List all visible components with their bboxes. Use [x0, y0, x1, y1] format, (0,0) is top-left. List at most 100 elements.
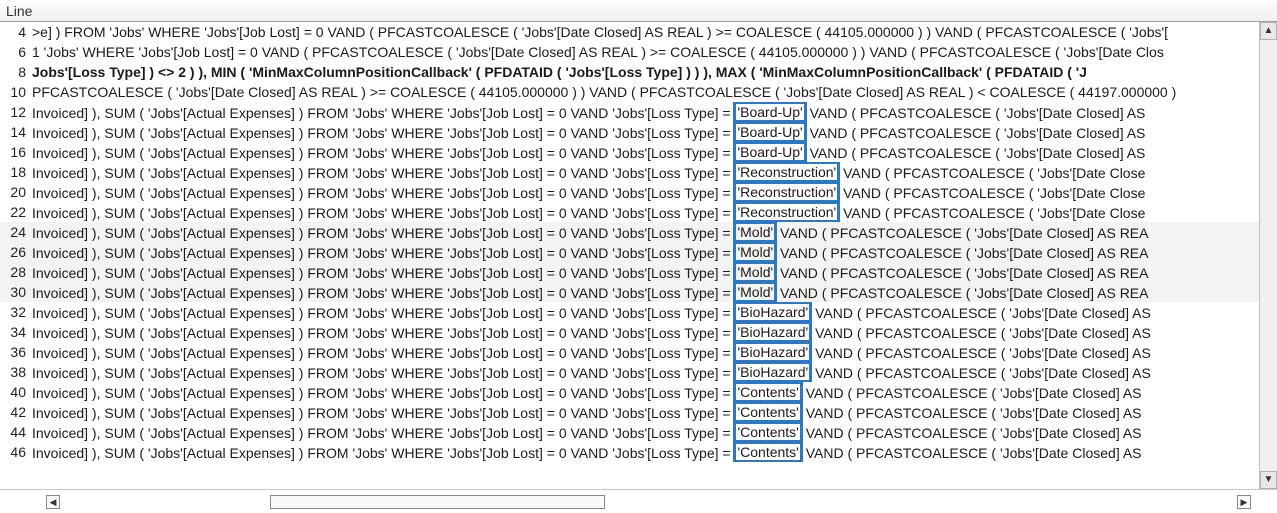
search-match: 'Board-Up'	[733, 122, 806, 142]
sql-left: Invoiced] ), SUM ( 'Jobs'[Actual Expense…	[32, 385, 734, 401]
sql-left: Invoiced] ), SUM ( 'Jobs'[Actual Expense…	[32, 245, 734, 261]
search-match: 'Contents'	[733, 442, 802, 462]
search-match: 'Mold'	[733, 222, 777, 242]
sql-right: VAND ( PFCASTCOALESCE ( 'Jobs'[Date Clos…	[839, 165, 1145, 181]
result-row[interactable]: 26Invoiced] ), SUM ( 'Jobs'[Actual Expen…	[0, 242, 1259, 262]
scroll-right-button[interactable]: ▶	[1237, 495, 1251, 509]
sql-right: VAND ( PFCASTCOALESCE ( 'Jobs'[Date Clos…	[776, 245, 1148, 261]
result-row[interactable]: 8Jobs'[Loss Type] ) <> 2 ) ), MIN ( 'Min…	[0, 62, 1259, 82]
result-row[interactable]: 20Invoiced] ), SUM ( 'Jobs'[Actual Expen…	[0, 182, 1259, 202]
sql-left: Invoiced] ), SUM ( 'Jobs'[Actual Expense…	[32, 445, 734, 461]
result-row[interactable]: 14Invoiced] ), SUM ( 'Jobs'[Actual Expen…	[0, 122, 1259, 142]
sql-text: Invoiced] ), SUM ( 'Jobs'[Actual Expense…	[32, 402, 1259, 422]
sql-text: Invoiced] ), SUM ( 'Jobs'[Actual Expense…	[32, 142, 1259, 162]
line-number: 38	[0, 362, 32, 382]
search-match: 'BioHazard'	[733, 322, 812, 342]
search-match: 'Reconstruction'	[733, 202, 840, 222]
horizontal-scrollbar[interactable]: ◀ ▶	[0, 489, 1277, 513]
scroll-left-button[interactable]: ◀	[46, 495, 60, 509]
sql-right: VAND ( PFCASTCOALESCE ( 'Jobs'[Date Clos…	[802, 445, 1142, 461]
search-match: 'Board-Up'	[733, 102, 806, 122]
sql-right: VAND ( PFCASTCOALESCE ( 'Jobs'[Date Clos…	[802, 405, 1142, 421]
line-number: 14	[0, 122, 32, 142]
line-number: 16	[0, 142, 32, 162]
sql-left: Invoiced] ), SUM ( 'Jobs'[Actual Expense…	[32, 265, 734, 281]
result-row[interactable]: 30Invoiced] ), SUM ( 'Jobs'[Actual Expen…	[0, 282, 1259, 302]
result-row[interactable]: 10 PFCASTCOALESCE ( 'Jobs'[Date Closed] …	[0, 82, 1259, 102]
sql-text: Invoiced] ), SUM ( 'Jobs'[Actual Expense…	[32, 202, 1259, 222]
result-row[interactable]: 44Invoiced] ), SUM ( 'Jobs'[Actual Expen…	[0, 422, 1259, 442]
result-row[interactable]: 16Invoiced] ), SUM ( 'Jobs'[Actual Expen…	[0, 142, 1259, 162]
line-number: 20	[0, 182, 32, 202]
scroll-up-button[interactable]: ▲	[1260, 22, 1277, 40]
sql-left: PFCASTCOALESCE ( 'Jobs'[Date Closed] AS …	[32, 84, 1176, 100]
sql-left: Invoiced] ), SUM ( 'Jobs'[Actual Expense…	[32, 285, 734, 301]
sql-right: VAND ( PFCASTCOALESCE ( 'Jobs'[Date Clos…	[811, 365, 1151, 381]
sql-right: VAND ( PFCASTCOALESCE ( 'Jobs'[Date Clos…	[811, 305, 1151, 321]
result-row[interactable]: 18Invoiced] ), SUM ( 'Jobs'[Actual Expen…	[0, 162, 1259, 182]
result-row[interactable]: 42Invoiced] ), SUM ( 'Jobs'[Actual Expen…	[0, 402, 1259, 422]
line-number: 28	[0, 262, 32, 282]
line-number: 8	[0, 62, 32, 82]
column-header[interactable]: Line	[0, 0, 1277, 22]
line-number: 6	[0, 42, 32, 62]
result-row[interactable]: 28Invoiced] ), SUM ( 'Jobs'[Actual Expen…	[0, 262, 1259, 282]
sql-right: VAND ( PFCASTCOALESCE ( 'Jobs'[Date Clos…	[806, 105, 1146, 121]
sql-right: VAND ( PFCASTCOALESCE ( 'Jobs'[Date Clos…	[839, 205, 1145, 221]
line-number: 18	[0, 162, 32, 182]
result-row[interactable]: 34Invoiced] ), SUM ( 'Jobs'[Actual Expen…	[0, 322, 1259, 342]
result-row[interactable]: 22Invoiced] ), SUM ( 'Jobs'[Actual Expen…	[0, 202, 1259, 222]
sql-text: PFCASTCOALESCE ( 'Jobs'[Date Closed] AS …	[32, 82, 1259, 102]
scroll-down-button[interactable]: ▼	[1260, 471, 1277, 489]
sql-left: Invoiced] ), SUM ( 'Jobs'[Actual Expense…	[32, 405, 734, 421]
sql-text: Invoiced] ), SUM ( 'Jobs'[Actual Expense…	[32, 242, 1259, 262]
line-number: 46	[0, 442, 32, 462]
line-number: 30	[0, 282, 32, 302]
search-match: 'Mold'	[733, 242, 777, 262]
line-number: 24	[0, 222, 32, 242]
sql-left: Invoiced] ), SUM ( 'Jobs'[Actual Expense…	[32, 205, 734, 221]
search-match: 'Board-Up'	[733, 142, 806, 162]
result-row[interactable]: 36Invoiced] ), SUM ( 'Jobs'[Actual Expen…	[0, 342, 1259, 362]
search-match: 'BioHazard'	[733, 342, 812, 362]
sql-left: Invoiced] ), SUM ( 'Jobs'[Actual Expense…	[32, 125, 734, 141]
result-row[interactable]: 38Invoiced] ), SUM ( 'Jobs'[Actual Expen…	[0, 362, 1259, 382]
sql-right: VAND ( PFCASTCOALESCE ( 'Jobs'[Date Clos…	[811, 325, 1151, 341]
sql-text: Invoiced] ), SUM ( 'Jobs'[Actual Expense…	[32, 222, 1259, 242]
line-number: 42	[0, 402, 32, 422]
result-row[interactable]: 24Invoiced] ), SUM ( 'Jobs'[Actual Expen…	[0, 222, 1259, 242]
sql-text: Invoiced] ), SUM ( 'Jobs'[Actual Expense…	[32, 302, 1259, 322]
scroll-thumb[interactable]	[270, 495, 605, 509]
line-number: 44	[0, 422, 32, 442]
line-number: 22	[0, 202, 32, 222]
line-number: 12	[0, 102, 32, 122]
result-row[interactable]: 12Invoiced] ), SUM ( 'Jobs'[Actual Expen…	[0, 102, 1259, 122]
result-row[interactable]: 40Invoiced] ), SUM ( 'Jobs'[Actual Expen…	[0, 382, 1259, 402]
sql-text: Invoiced] ), SUM ( 'Jobs'[Actual Expense…	[32, 122, 1259, 142]
result-row[interactable]: 46Invoiced] ), SUM ( 'Jobs'[Actual Expen…	[0, 442, 1259, 462]
sql-right: VAND ( PFCASTCOALESCE ( 'Jobs'[Date Clos…	[806, 125, 1146, 141]
sql-text: 1 'Jobs' WHERE 'Jobs'[Job Lost] = 0 VAND…	[32, 42, 1259, 62]
result-row[interactable]: 61 'Jobs' WHERE 'Jobs'[Job Lost] = 0 VAN…	[0, 42, 1259, 62]
sql-right: VAND ( PFCASTCOALESCE ( 'Jobs'[Date Clos…	[806, 145, 1146, 161]
search-match: 'Contents'	[733, 382, 802, 402]
results-grid[interactable]: 4>e] ) FROM 'Jobs' WHERE 'Jobs'[Job Lost…	[0, 22, 1259, 489]
sql-left: Invoiced] ), SUM ( 'Jobs'[Actual Expense…	[32, 425, 734, 441]
result-row[interactable]: 4>e] ) FROM 'Jobs' WHERE 'Jobs'[Job Lost…	[0, 22, 1259, 42]
vertical-scrollbar[interactable]: ▲ ▼	[1259, 22, 1277, 489]
sql-left: Jobs'[Loss Type] ) <> 2 ) ), MIN ( 'MinM…	[32, 64, 1087, 80]
result-row[interactable]: 32Invoiced] ), SUM ( 'Jobs'[Actual Expen…	[0, 302, 1259, 322]
sql-text: Invoiced] ), SUM ( 'Jobs'[Actual Expense…	[32, 182, 1259, 202]
search-match: 'Mold'	[733, 262, 777, 282]
sql-left: >e] ) FROM 'Jobs' WHERE 'Jobs'[Job Lost]…	[32, 24, 1168, 40]
sql-right: VAND ( PFCASTCOALESCE ( 'Jobs'[Date Clos…	[811, 345, 1151, 361]
sql-text: Invoiced] ), SUM ( 'Jobs'[Actual Expense…	[32, 162, 1259, 182]
sql-text: >e] ) FROM 'Jobs' WHERE 'Jobs'[Job Lost]…	[32, 22, 1259, 42]
sql-left: Invoiced] ), SUM ( 'Jobs'[Actual Expense…	[32, 105, 734, 121]
search-match: 'Contents'	[733, 422, 802, 442]
search-match: 'BioHazard'	[733, 302, 812, 322]
line-number: 4	[0, 22, 32, 42]
search-match: 'Reconstruction'	[733, 182, 840, 202]
sql-text: Invoiced] ), SUM ( 'Jobs'[Actual Expense…	[32, 362, 1259, 382]
sql-left: Invoiced] ), SUM ( 'Jobs'[Actual Expense…	[32, 145, 734, 161]
